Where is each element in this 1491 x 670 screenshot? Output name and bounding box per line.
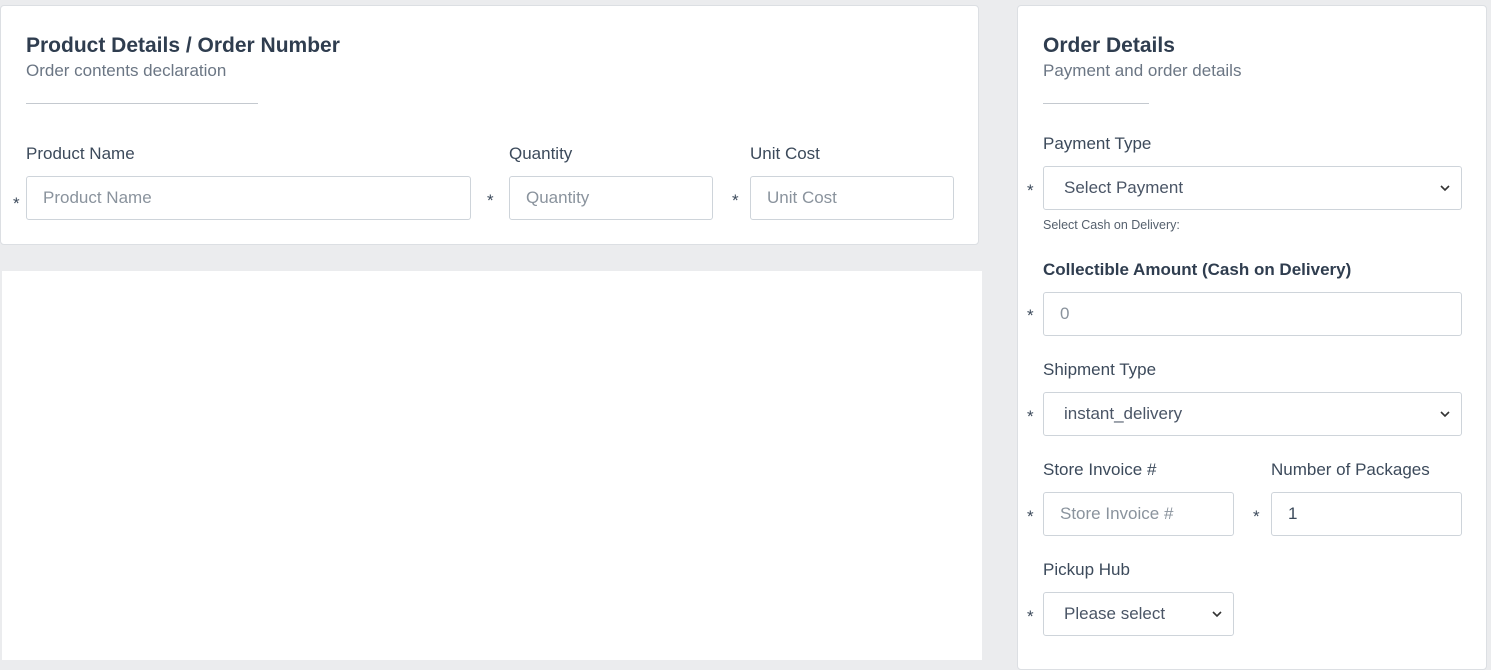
chevron-down-icon — [1212, 611, 1222, 618]
collectible-amount-label: Collectible Amount (Cash on Delivery) — [1043, 260, 1352, 279]
product-details-card: Product Details / Order Number Order con… — [0, 5, 979, 245]
shipment-type-required-mark: * — [1027, 407, 1034, 426]
product-name-required-mark: * — [13, 194, 20, 213]
pickup-hub-label: Pickup Hub — [1043, 560, 1130, 579]
unit-cost-required-mark: * — [732, 191, 739, 210]
order-details-divider — [1043, 103, 1149, 104]
unit-cost-input[interactable] — [750, 176, 954, 220]
product-details-subtitle: Order contents declaration — [26, 61, 227, 80]
store-invoice-input[interactable] — [1043, 492, 1234, 536]
payment-type-hint: Select Cash on Delivery: — [1043, 218, 1180, 232]
unit-cost-label: Unit Cost — [750, 144, 820, 163]
quantity-label: Quantity — [509, 144, 573, 163]
number-of-packages-label: Number of Packages — [1271, 460, 1430, 479]
chevron-down-icon — [1440, 411, 1450, 418]
pickup-hub-select[interactable]: Please select — [1043, 592, 1234, 636]
order-details-title: Order Details — [1043, 34, 1175, 57]
pickup-hub-selected-value: Please select — [1064, 604, 1166, 623]
order-details-card: Order Details Payment and order details … — [1017, 5, 1487, 670]
quantity-input[interactable] — [509, 176, 713, 220]
number-of-packages-input[interactable] — [1271, 492, 1462, 536]
payment-type-select[interactable]: Select Payment — [1043, 166, 1462, 210]
shipment-type-select[interactable]: instant_delivery — [1043, 392, 1462, 436]
store-invoice-required-mark: * — [1027, 507, 1034, 526]
collectible-amount-input[interactable] — [1043, 292, 1462, 336]
product-details-title: Product Details / Order Number — [26, 34, 340, 57]
pickup-hub-required-mark: * — [1027, 607, 1034, 626]
store-invoice-label: Store Invoice # — [1043, 460, 1157, 479]
product-name-label: Product Name — [26, 144, 135, 163]
product-name-input[interactable] — [26, 176, 471, 220]
payment-type-required-mark: * — [1027, 181, 1034, 200]
payment-type-label: Payment Type — [1043, 134, 1152, 153]
order-details-subtitle: Payment and order details — [1043, 61, 1242, 80]
number-of-packages-required-mark: * — [1253, 507, 1260, 526]
quantity-required-mark: * — [487, 191, 494, 210]
payment-type-selected-value: Select Payment — [1064, 178, 1184, 197]
chevron-down-icon — [1440, 185, 1450, 192]
blank-content-panel — [2, 271, 982, 660]
collectible-amount-required-mark: * — [1027, 306, 1034, 325]
shipment-type-selected-value: instant_delivery — [1064, 404, 1183, 423]
product-details-divider — [26, 103, 258, 104]
shipment-type-label: Shipment Type — [1043, 360, 1157, 379]
